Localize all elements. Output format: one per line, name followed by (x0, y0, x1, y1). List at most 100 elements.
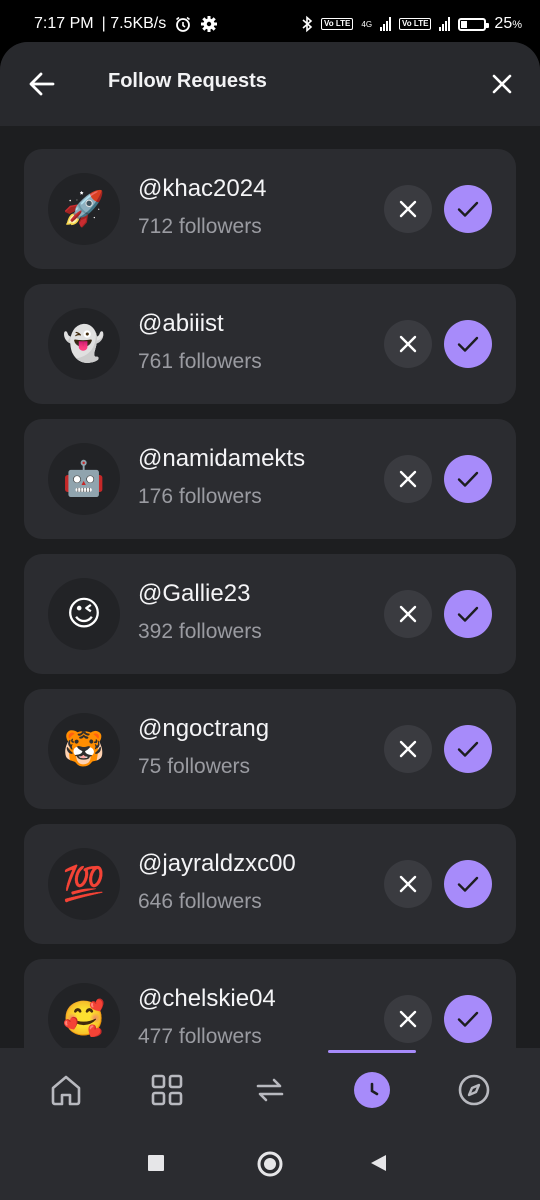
battery-level (461, 20, 467, 28)
avatar-emoji: 🐯 (62, 729, 106, 769)
active-tab-indicator (328, 1050, 416, 1053)
network-type: 4G (361, 19, 373, 29)
status-left: 7:17 PM | 7.5KB/s (34, 15, 218, 33)
status-bar: 7:17 PM | 7.5KB/s Vo LTE 4G Vo LTE 25% (0, 0, 540, 48)
request-list: 🚀 @khac2024 712 followers 👻 @abiiist 761… (24, 149, 516, 1048)
request-username[interactable]: @namidamekts (138, 445, 305, 473)
request-username[interactable]: @abiiist (138, 310, 224, 338)
clock-icon (370, 1082, 379, 1096)
avatar: 😉 (48, 578, 120, 650)
check-icon (457, 741, 479, 757)
request-card: 💯 @jayraldzxc00 646 followers (24, 824, 516, 944)
sheet-header: Follow Requests (0, 42, 540, 126)
avatar-emoji: 💯 (62, 864, 106, 904)
avatar-emoji: 👻 (62, 324, 106, 364)
net-speed: | 7.5KB/s (101, 15, 167, 32)
accept-button[interactable] (444, 725, 492, 773)
accept-button[interactable] (444, 455, 492, 503)
follow-requests-sheet: Follow Requests 🚀 @khac2024 712 follower… (0, 42, 540, 1048)
recents-button[interactable] (147, 1154, 165, 1172)
grid-icon (151, 1074, 183, 1106)
x-icon (399, 740, 417, 758)
request-followers: 761 followers (138, 350, 262, 373)
accept-button[interactable] (444, 590, 492, 638)
check-icon (457, 1011, 479, 1027)
request-followers: 176 followers (138, 485, 262, 508)
alarm-icon (174, 15, 192, 33)
avatar-emoji: 🚀 (62, 189, 106, 229)
nav-repeat[interactable] (250, 1070, 290, 1110)
reject-button[interactable] (384, 320, 432, 368)
repeat-icon (256, 1078, 284, 1102)
request-followers: 646 followers (138, 890, 262, 913)
x-icon (399, 335, 417, 353)
avatar-emoji: 😉 (66, 594, 102, 634)
system-nav-bar (0, 1134, 540, 1200)
request-username[interactable]: @Gallie23 (138, 580, 250, 608)
active-nav-circle (354, 1072, 390, 1108)
back-system-button[interactable] (369, 1154, 387, 1172)
request-card: 👻 @abiiist 761 followers (24, 284, 516, 404)
request-username[interactable]: @ngoctrang (138, 715, 269, 743)
request-followers: 712 followers (138, 215, 262, 238)
nav-history[interactable] (352, 1070, 392, 1110)
avatar: 🤖 (48, 443, 120, 515)
circle-icon (257, 1151, 283, 1177)
avatar: 🥰 (48, 983, 120, 1048)
nav-explore[interactable] (454, 1070, 494, 1110)
x-icon (399, 200, 417, 218)
request-card: 🐯 @ngoctrang 75 followers (24, 689, 516, 809)
avatar-emoji: 🤖 (62, 459, 106, 499)
reject-button[interactable] (384, 455, 432, 503)
request-username[interactable]: @chelskie04 (138, 985, 276, 1013)
check-icon (457, 606, 479, 622)
status-right: Vo LTE 4G Vo LTE 25% (301, 15, 522, 33)
square-icon (148, 1155, 164, 1171)
avatar: 🚀 (48, 173, 120, 245)
reject-button[interactable] (384, 995, 432, 1043)
accept-button[interactable] (444, 860, 492, 908)
bluetooth-icon (301, 15, 313, 33)
check-icon (457, 471, 479, 487)
check-icon (457, 876, 479, 892)
request-card: 😉 @Gallie23 392 followers (24, 554, 516, 674)
reject-button[interactable] (384, 185, 432, 233)
signal-icon-2 (439, 17, 451, 31)
request-followers: 392 followers (138, 620, 262, 643)
check-icon (457, 201, 479, 217)
request-username[interactable]: @khac2024 (138, 175, 266, 203)
reject-button[interactable] (384, 725, 432, 773)
accept-button[interactable] (444, 185, 492, 233)
triangle-back-icon (371, 1155, 386, 1171)
volte-badge-2: Vo LTE (399, 18, 432, 30)
request-card: 🥰 @chelskie04 477 followers (24, 959, 516, 1048)
nav-grid[interactable] (147, 1070, 187, 1110)
request-followers: 477 followers (138, 1025, 262, 1048)
status-time: 7:17 PM (34, 15, 94, 32)
request-followers: 75 followers (138, 755, 251, 778)
volte-badge-1: Vo LTE (321, 18, 354, 30)
home-system-button[interactable] (256, 1150, 284, 1178)
arrow-left-icon (29, 72, 55, 96)
battery-icon (458, 17, 490, 31)
check-icon (457, 336, 479, 352)
close-button[interactable] (486, 68, 518, 100)
request-card: 🚀 @khac2024 712 followers (24, 149, 516, 269)
page-title: Follow Requests (108, 70, 267, 92)
x-icon (399, 605, 417, 623)
avatar: 🐯 (48, 713, 120, 785)
back-button[interactable] (26, 68, 58, 100)
request-card: 🤖 @namidamekts 176 followers (24, 419, 516, 539)
reject-button[interactable] (384, 590, 432, 638)
reject-button[interactable] (384, 860, 432, 908)
x-icon (399, 875, 417, 893)
accept-button[interactable] (444, 320, 492, 368)
accept-button[interactable] (444, 995, 492, 1043)
avatar: 💯 (48, 848, 120, 920)
request-username[interactable]: @jayraldzxc00 (138, 850, 296, 878)
bottom-nav (0, 1048, 540, 1134)
avatar: 👻 (48, 308, 120, 380)
avatar-emoji: 🥰 (62, 999, 106, 1039)
compass-icon (458, 1074, 490, 1106)
nav-home[interactable] (46, 1070, 86, 1110)
